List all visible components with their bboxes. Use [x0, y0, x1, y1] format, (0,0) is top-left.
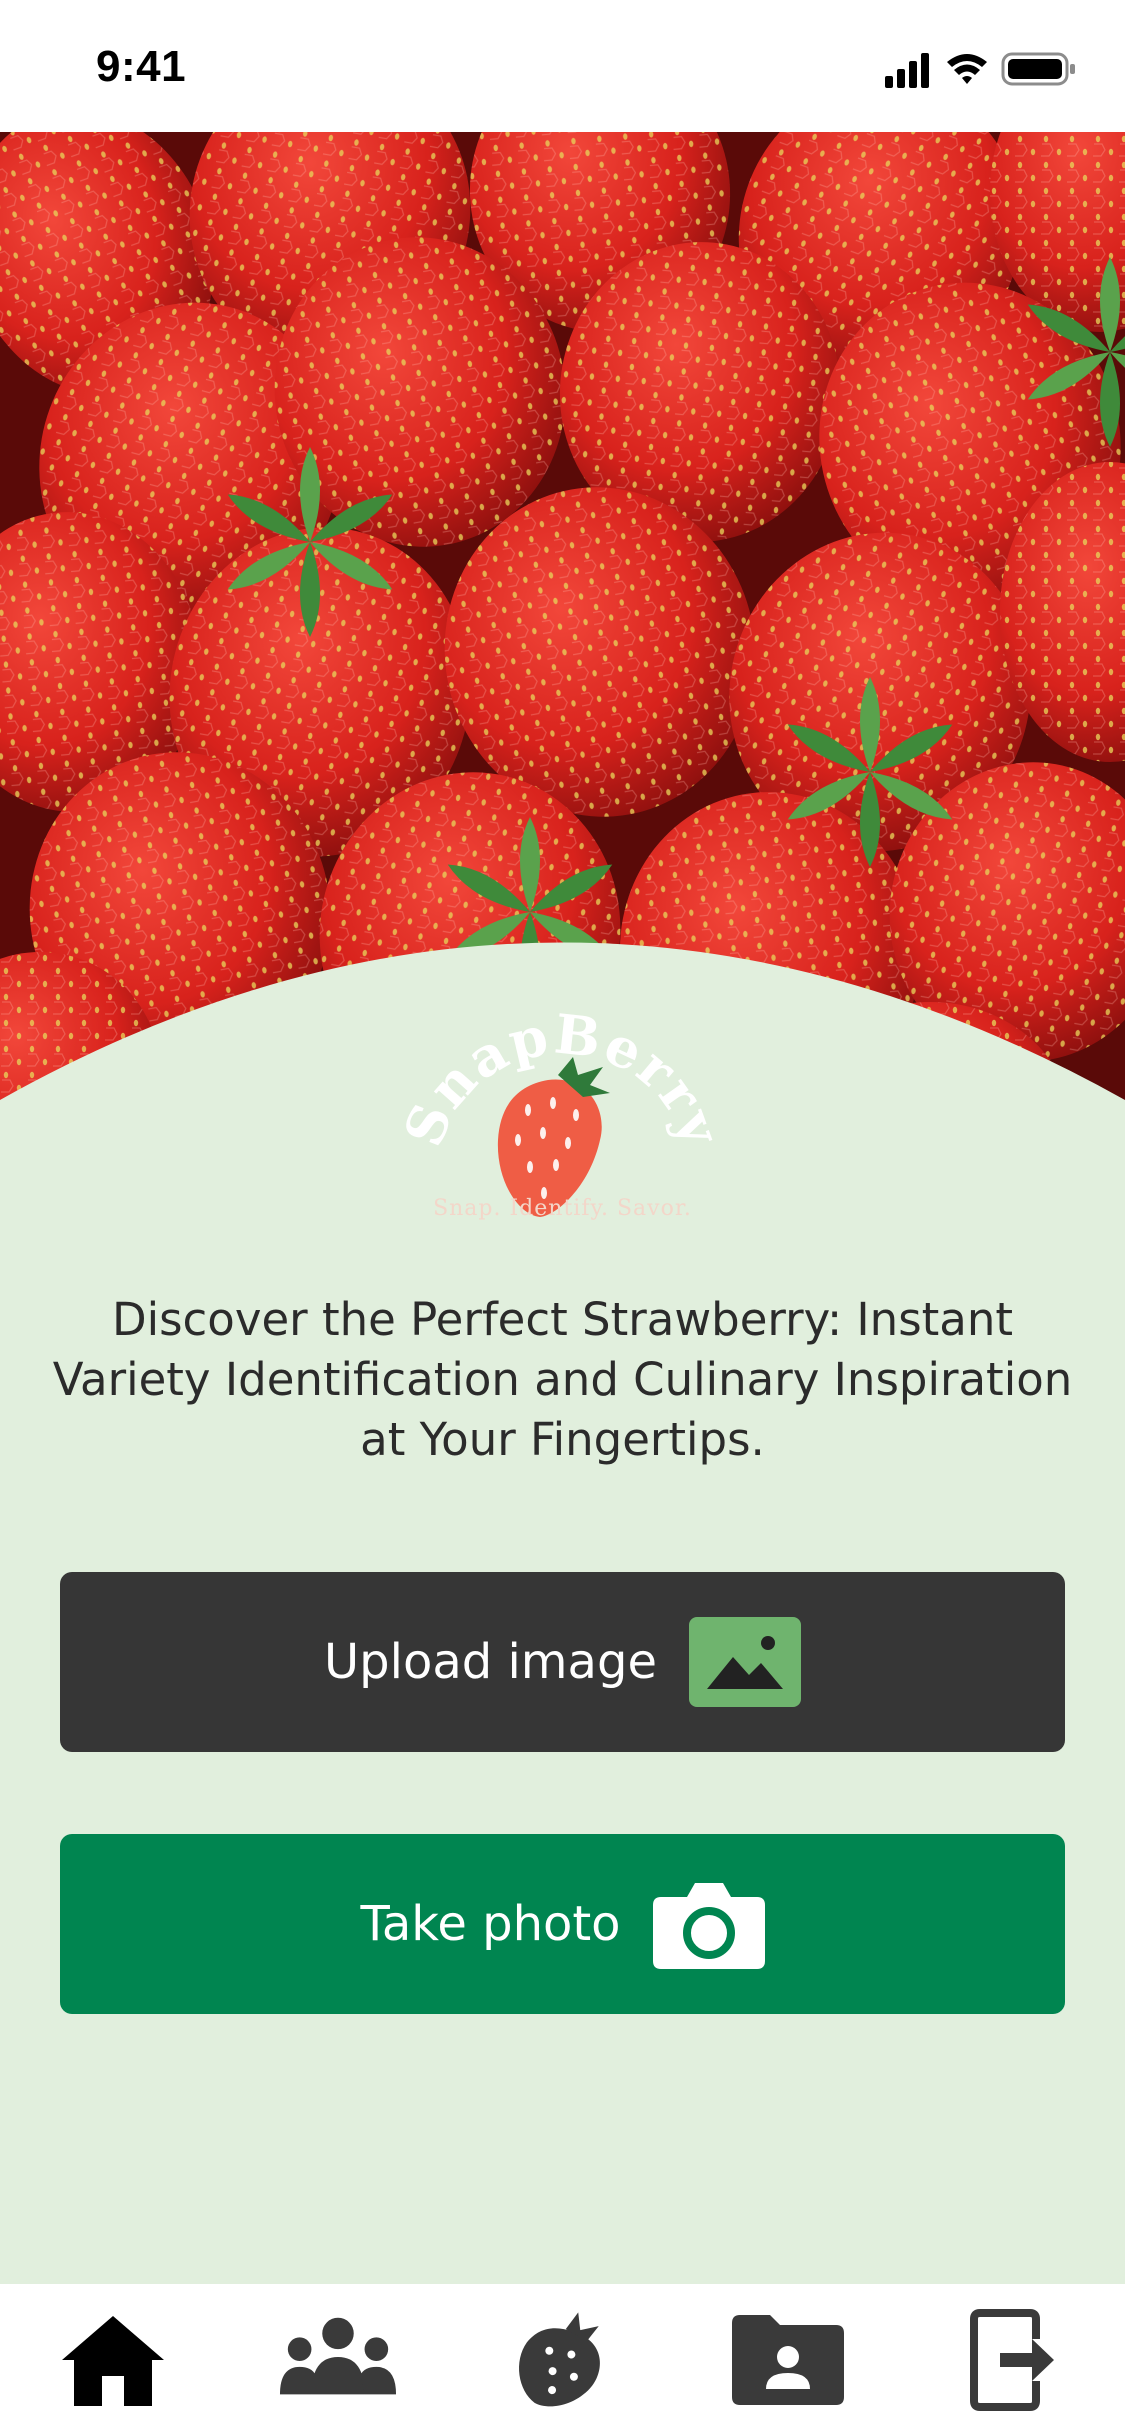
logout-icon: [969, 2309, 1054, 2411]
status-bar: 9:41: [0, 0, 1125, 132]
home-icon: [61, 2316, 164, 2406]
image-icon: [688, 1617, 801, 1707]
battery-icon: [1001, 52, 1075, 86]
tab-bar: [0, 2284, 1125, 2436]
cellular-signal-icon: [885, 53, 929, 88]
wifi-icon: [947, 54, 987, 84]
upload-image-button[interactable]: Upload image: [60, 1572, 1065, 1752]
tab-logout[interactable]: [953, 2300, 1073, 2420]
strawberry-logo-icon: [497, 1057, 610, 1217]
brand-tagline: Snap. Identify. Savor.: [433, 1196, 692, 1221]
status-time: 9:41: [96, 42, 187, 91]
tab-community[interactable]: [278, 2300, 398, 2420]
headline: Discover the Perfect Strawberry: Instant…: [52, 1293, 1073, 1466]
strawberry-icon: [518, 2312, 600, 2407]
tab-contacts[interactable]: [728, 2300, 848, 2420]
contact-folder-icon: [731, 2315, 844, 2405]
camera-icon: [652, 1883, 765, 1969]
tab-strawberry[interactable]: [503, 2300, 623, 2420]
upload-image-label: Upload image: [324, 1634, 657, 1690]
tab-home[interactable]: [53, 2300, 173, 2420]
take-photo-button[interactable]: Take photo: [60, 1834, 1065, 2014]
community-icon: [279, 2317, 396, 2395]
status-icons: [885, 52, 1075, 88]
take-photo-label: Take photo: [360, 1896, 621, 1952]
